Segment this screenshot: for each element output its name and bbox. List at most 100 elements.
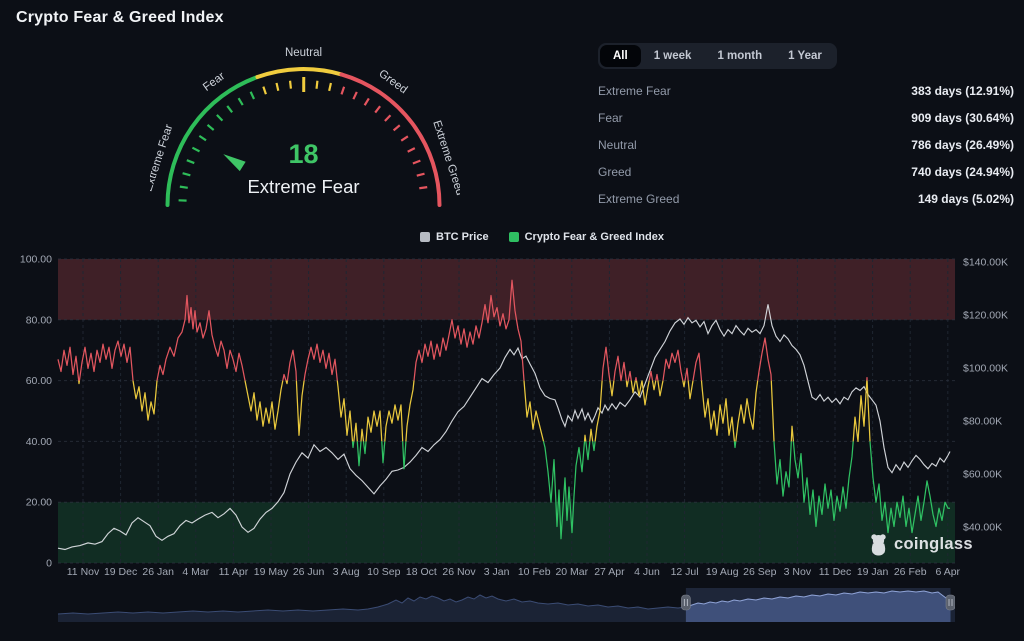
x-axis-label: 26 Feb [894,566,927,578]
fear-greed-line-segment [642,381,649,405]
fear-greed-line-segment [702,381,735,442]
navigator-handle-left[interactable] [681,595,690,610]
tab-all[interactable]: All [600,45,641,67]
chart-navigator[interactable] [58,588,955,626]
fear-greed-line-segment [631,381,635,393]
legend-item-btc-price[interactable]: BTC Price [420,231,489,243]
gauge-zone-label: Neutral [285,47,322,59]
legend-swatch [509,232,519,242]
x-axis-label: 19 Jan [857,566,889,578]
gauge-tick [251,92,254,99]
stat-value: 786 days (26.49%) [911,138,1014,152]
gauge-tick [417,174,425,176]
x-axis-label: 11 Dec [819,566,852,578]
legend-swatch [420,232,430,242]
y-left-label: 20.00 [26,497,52,509]
gauge-status: Extreme Fear [247,176,359,197]
y-right-label: $120.00K [963,310,1008,322]
gauge-tick [353,92,356,99]
stat-value: 149 days (5.02%) [918,192,1014,206]
legend-item-crypto-fear-greed-index[interactable]: Crypto Fear & Greed Index [509,231,664,243]
stat-label: Fear [598,111,623,125]
fear-greed-line-segment [385,405,403,442]
x-axis-label: 26 Sep [743,566,776,578]
gauge-tick [239,98,243,105]
x-axis-label: 3 Nov [784,566,812,578]
gauge-needle [223,154,245,171]
fear-greed-line-segment [656,375,658,381]
tab-1-week[interactable]: 1 week [641,45,705,67]
fear-greed-line-segment [354,423,358,441]
x-axis-label: 12 Jul [671,566,699,578]
fear-greed-line-segment [635,378,636,381]
gauge-tick [375,106,380,112]
fear-greed-line-segment [774,441,791,496]
tab-1-year[interactable]: 1 Year [775,45,835,67]
y-left-label: 80.00 [26,314,52,326]
stat-value: 383 days (12.91%) [911,84,1014,98]
legend-label: BTC Price [436,231,489,243]
gauge-tick [183,173,191,175]
gauge-tick [217,115,223,121]
fear-greed-line-segment [133,381,157,421]
gauge-tick [208,125,214,130]
red-zone-band [58,259,955,320]
fear-greed-line-segment [357,441,361,465]
y-right-label: $80.00K [963,416,1002,428]
gauge-tick [290,81,291,89]
y-left-label: 40.00 [26,436,52,448]
fear-greed-line-segment [245,381,283,430]
fear-greed-line-segment [79,381,80,384]
fear-greed-line-segment [382,441,385,462]
gauge-tick [365,98,369,105]
y-left-label: 100.00 [20,254,52,266]
fear-greed-line-segment [353,441,354,447]
x-axis-label: 3 Jan [484,566,510,578]
x-axis-label: 6 Apr [936,566,961,578]
gauge-svg: Extreme FearFearNeutralGreedExtreme Gree… [150,40,460,220]
coinglass-bear-icon [868,533,889,556]
watermark-text: coinglass [894,535,973,554]
gauge-tick [199,136,206,140]
gauge-tick [385,115,391,121]
y-right-label: $140.00K [963,257,1008,269]
fear-greed-line-segment [361,429,364,441]
fear-greed-line-segment [296,381,304,436]
stat-value: 909 days (30.64%) [911,111,1014,125]
fear-greed-line-segment [79,341,133,381]
gauge-tick [227,106,232,112]
y-right-label: $100.00K [963,363,1008,375]
x-axis-label: 27 Apr [594,566,625,578]
x-axis-label: 4 Jun [634,566,660,578]
coinglass-watermark: coinglass [868,533,973,556]
x-axis-label: 11 Nov [67,566,100,578]
fear-greed-gauge: Extreme FearFearNeutralGreedExtreme Gree… [150,40,460,220]
legend-label: Crypto Fear & Greed Index [525,231,664,243]
fear-greed-line-segment [364,441,367,453]
stat-row: Greed740 days (24.94%) [598,162,1014,181]
fear-greed-line-segment [658,381,663,396]
gauge-tick [408,148,415,152]
stats-list: Extreme Fear 383 days (12.91%) Fear 909 day… [598,81,1014,216]
x-axis-label: 11 Apr [219,566,249,578]
gauge-tick [277,83,279,91]
y-left-label: 0 [46,558,52,570]
stat-label: Extreme Greed [598,192,679,206]
x-axis-label: 26 Jun [293,566,325,578]
gauge-tick [413,161,420,164]
fear-greed-line-segment [771,381,774,442]
navigator-handle-right[interactable] [946,595,955,610]
stat-row: Neutral786 days (26.49%) [598,135,1014,154]
fear-greed-line-segment [736,381,758,442]
green-zone-band [58,502,955,563]
tab-1-month[interactable]: 1 month [704,45,775,67]
stat-label: Extreme Fear [598,84,671,98]
x-axis-label: 19 May [254,566,289,578]
gauge-tick [419,187,427,188]
gauge-arc-segment [257,69,341,77]
stat-value: 740 days (24.94%) [911,165,1014,179]
fear-greed-line-segment [628,372,631,381]
fear-greed-line-segment [337,381,352,442]
fear-greed-line-segment [614,356,626,380]
stat-row: Fear 909 days (30.64%) [598,108,1014,127]
